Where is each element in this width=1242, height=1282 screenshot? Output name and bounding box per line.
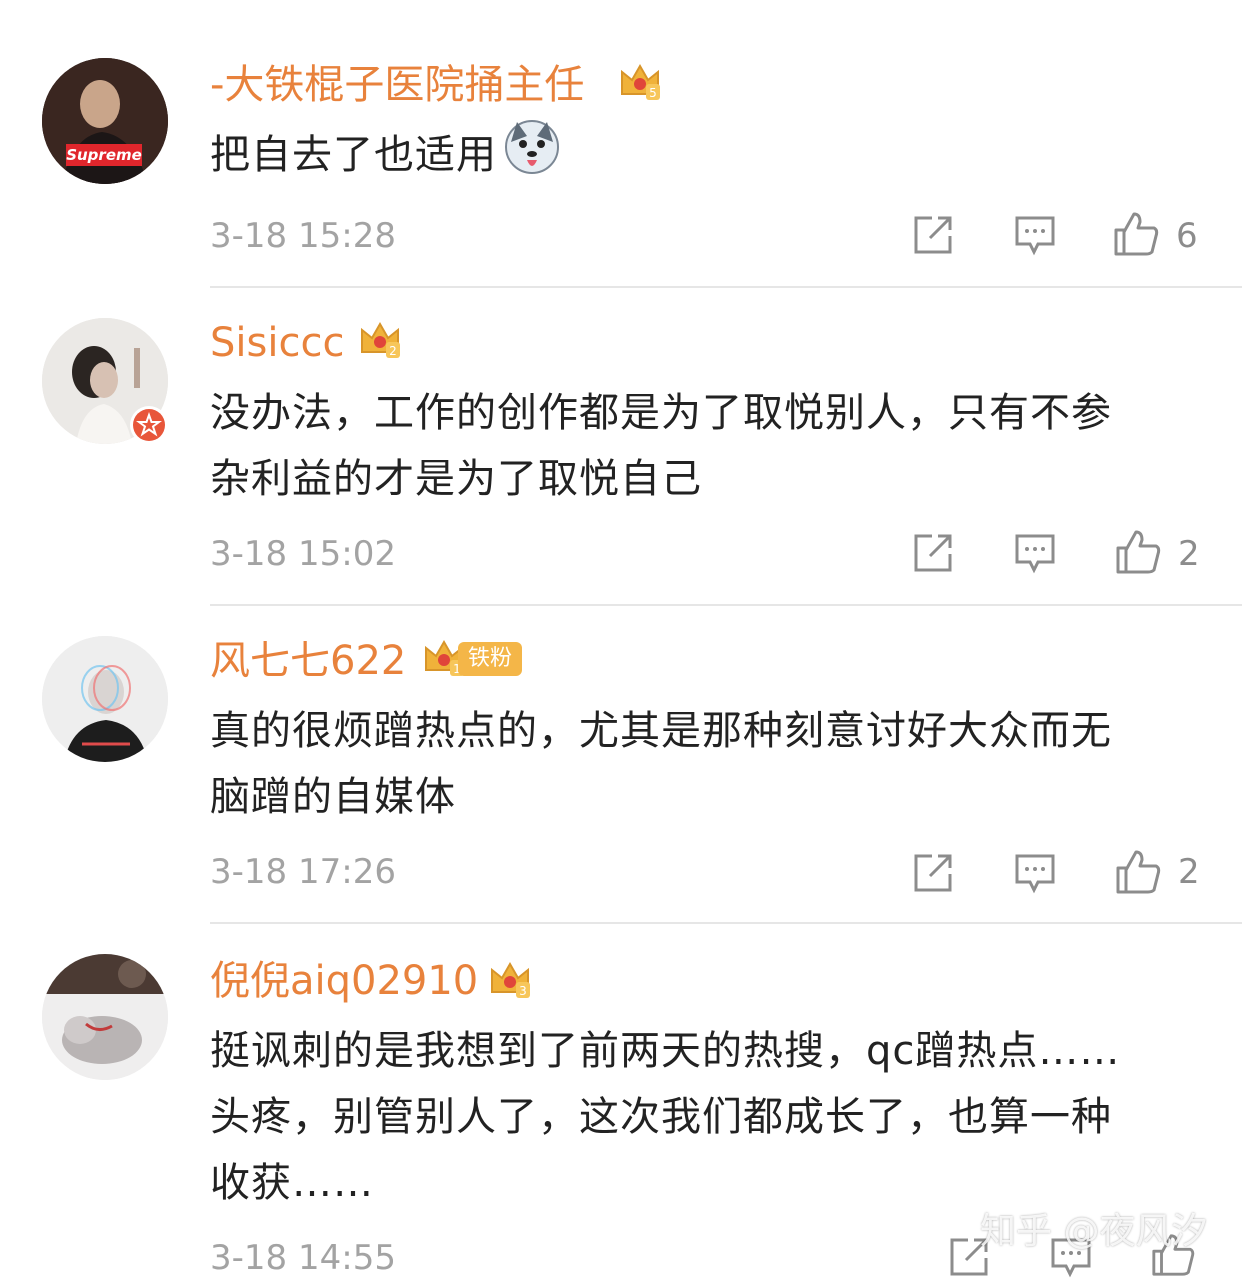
comment-line: 没办法，工作的创作都是为了取悦别人，只有不参 bbox=[210, 390, 1112, 436]
comment-text: 挺讽刺的是我想到了前两天的热搜，qc蹭热点…… 头疼，别管别人了，这次我们都成长… bbox=[210, 1018, 1210, 1216]
username[interactable]: 倪倪aiq02910 bbox=[210, 956, 478, 1006]
reply-button[interactable] bbox=[1014, 532, 1056, 578]
svg-text:3: 3 bbox=[519, 984, 527, 998]
thumbs-up-icon bbox=[1116, 530, 1161, 574]
like-button[interactable] bbox=[1114, 528, 1162, 580]
reply-button[interactable] bbox=[1014, 852, 1056, 898]
username[interactable]: Sisiccc bbox=[210, 318, 344, 368]
avatar[interactable] bbox=[42, 636, 168, 762]
thumbs-up-icon bbox=[1116, 850, 1161, 894]
like-count: 2 bbox=[1178, 534, 1200, 574]
comment-line: 把自去了也适用 bbox=[210, 132, 497, 178]
crown-badge-icon: 5 bbox=[618, 60, 662, 108]
comment-text: 真的很烦蹭热点的，尤其是那种刻意讨好大众而无 脑蹭的自媒体 bbox=[210, 698, 1210, 830]
avatar[interactable] bbox=[42, 954, 168, 1080]
timestamp: 3-18 15:28 bbox=[210, 216, 396, 256]
divider bbox=[210, 922, 1242, 924]
share-button[interactable] bbox=[912, 852, 954, 898]
svg-text:5: 5 bbox=[649, 86, 657, 100]
divider bbox=[210, 604, 1242, 606]
svg-text:2: 2 bbox=[389, 344, 397, 358]
like-count: 2 bbox=[1178, 852, 1200, 892]
crown-badge-icon: 2 bbox=[358, 318, 402, 366]
like-button[interactable] bbox=[1114, 848, 1162, 900]
comment-line: 头疼，别管别人了，这次我们都成长了，也算一种 bbox=[210, 1094, 1112, 1140]
timestamp: 3-18 17:26 bbox=[210, 852, 396, 892]
verified-badge-icon bbox=[130, 406, 168, 444]
comment-line: 挺讽刺的是我想到了前两天的热搜，qc蹭热点…… bbox=[210, 1028, 1121, 1074]
like-count: 6 bbox=[1176, 216, 1198, 256]
comment-line: 杂利益的才是为了取悦自己 bbox=[210, 456, 702, 502]
like-button[interactable] bbox=[1112, 210, 1160, 262]
comment-icon bbox=[1015, 216, 1055, 256]
reply-button[interactable] bbox=[1014, 214, 1056, 260]
crown-badge-icon: 3 bbox=[488, 958, 532, 1006]
comment-text: 把自去了也适用 bbox=[210, 118, 1210, 196]
timestamp: 3-18 15:02 bbox=[210, 534, 396, 574]
comment-text: 没办法，工作的创作都是为了取悦别人，只有不参 杂利益的才是为了取悦自己 bbox=[210, 380, 1210, 512]
username[interactable]: -大铁棍子医院捅主任 bbox=[210, 60, 584, 110]
thumbs-up-icon bbox=[1114, 212, 1159, 256]
share-icon bbox=[914, 854, 952, 892]
share-button[interactable] bbox=[912, 532, 954, 578]
username[interactable]: 风七七622 bbox=[210, 636, 406, 686]
comment-icon bbox=[1015, 534, 1055, 574]
watermark: 知乎 @夜风汐 bbox=[980, 1211, 1208, 1252]
share-icon bbox=[914, 534, 952, 572]
avatar[interactable]: Supreme bbox=[42, 58, 168, 184]
husky-emoji-icon bbox=[503, 118, 561, 196]
comment-icon bbox=[1015, 854, 1055, 894]
avatar-logo-text: Supreme bbox=[66, 146, 142, 164]
fan-badge-label: 铁粉 bbox=[468, 646, 513, 671]
share-icon bbox=[914, 216, 952, 254]
comment-line: 真的很烦蹭热点的，尤其是那种刻意讨好大众而无 bbox=[210, 708, 1112, 754]
fan-badge: 铁粉 bbox=[458, 642, 523, 676]
share-button[interactable] bbox=[912, 214, 954, 260]
comment-line: 脑蹭的自媒体 bbox=[210, 774, 456, 820]
timestamp: 3-18 14:55 bbox=[210, 1238, 396, 1278]
divider bbox=[210, 286, 1242, 288]
